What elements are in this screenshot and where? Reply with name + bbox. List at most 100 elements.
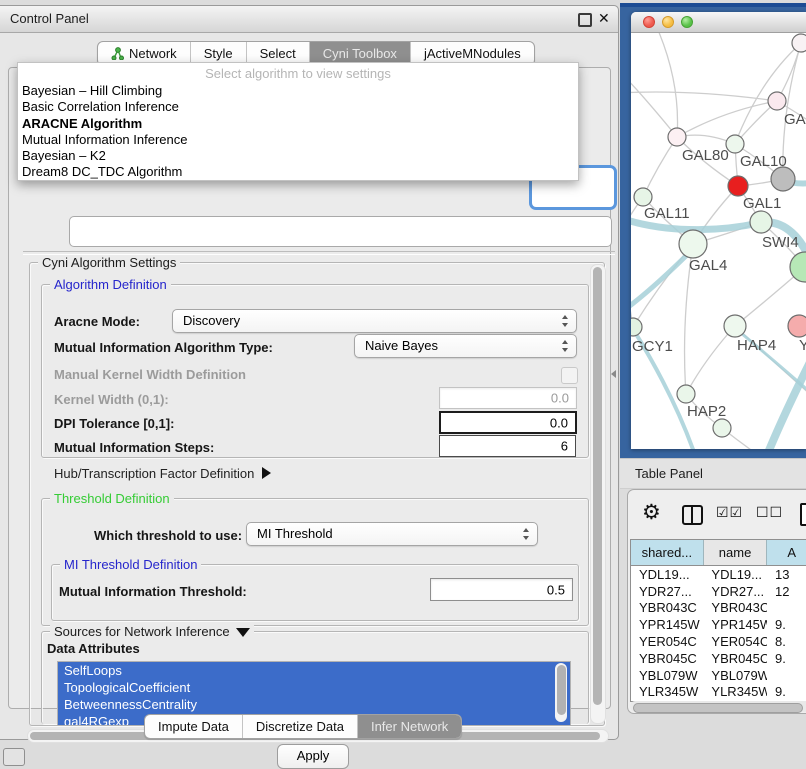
algorithm-option-basic-correlation-inference[interactable]: Basic Correlation Inference	[21, 99, 575, 115]
algorithm-option-bayesian-hill-climbing[interactable]: Bayesian – Hill Climbing	[21, 83, 575, 99]
panel-title: Control Panel	[10, 11, 89, 26]
network-graph[interactable]: GALGAL80GAL10GAL1GAL11SWI4GAL4GCY1HAP4YH…	[631, 33, 806, 449]
attribute-item-topologicalcoefficient[interactable]: TopologicalCoefficient	[58, 679, 570, 696]
table-cell: 8.	[767, 633, 806, 650]
minimize-traffic-light-button[interactable]	[662, 16, 674, 28]
attributes-list-scrollbar[interactable]	[555, 663, 567, 722]
kernel-width-field[interactable]: 0.0	[439, 387, 577, 409]
control-panel-titlebar[interactable]: Control Panel ✕	[0, 6, 618, 33]
table-row[interactable]: YDL19...YDL19...13	[631, 566, 806, 583]
network-edge[interactable]	[643, 137, 677, 197]
table-cell: YBR045C	[631, 650, 703, 667]
network-edge[interactable]	[631, 73, 677, 137]
show-columns-icon[interactable]	[682, 505, 703, 525]
table-panel-body: ⚙ ☑☑ ☐☐ shared...nameA YDL19...YDL19...1…	[627, 489, 806, 714]
float-panel-icon[interactable]	[578, 13, 592, 27]
network-node-swi4[interactable]	[750, 211, 772, 233]
attribute-item-selfloops[interactable]: SelfLoops	[58, 662, 570, 679]
table-row[interactable]: YPR145WYPR145W9.	[631, 616, 806, 633]
table-row[interactable]: YBL079WYBL079W	[631, 667, 806, 684]
table-cell: 9.	[767, 684, 806, 701]
algorithm-option-mutual-information-inference[interactable]: Mutual Information Inference	[21, 132, 575, 148]
network-node-label: GCY1	[632, 338, 673, 355]
select-all-columns-icon[interactable]: ☑☑	[716, 504, 743, 521]
sources-toggle[interactable]: Sources for Network Inference	[50, 624, 254, 639]
tab-label: Cyni Toolbox	[323, 46, 397, 61]
network-node-hap4[interactable]	[724, 315, 746, 337]
which-threshold-select[interactable]: MI Threshold	[246, 522, 538, 546]
settings-vertical-scrollbar[interactable]	[590, 264, 606, 724]
table-row[interactable]: YBR043CYBR043C	[631, 600, 806, 617]
mi-algorithm-type-select[interactable]: Naive Bayes	[354, 334, 577, 358]
network-node-hap2[interactable]	[677, 385, 695, 403]
dpi-tolerance-label: DPI Tolerance [0,1]:	[54, 416, 174, 431]
network-node-y[interactable]	[788, 315, 806, 337]
network-edge[interactable]	[655, 33, 678, 137]
network-canvas[interactable]: GALGAL80GAL10GAL1GAL11SWI4GAL4GCY1HAP4YH…	[631, 33, 806, 449]
tab-infer-network[interactable]: Infer Network	[358, 715, 461, 738]
data-table-combobox[interactable]	[69, 216, 612, 247]
network-node-gal1[interactable]	[728, 176, 748, 196]
table-cell: YDR27...	[631, 583, 703, 600]
network-edge[interactable]	[631, 92, 777, 101]
minimized-panel-icon[interactable]	[3, 748, 25, 766]
manual-kernel-width-checkbox[interactable]	[561, 367, 578, 384]
kernel-width-label: Kernel Width (0,1):	[54, 392, 169, 407]
network-node-gcy1[interactable]	[631, 318, 642, 336]
data-attributes-label: Data Attributes	[47, 641, 140, 656]
node-attribute-table[interactable]: shared...nameA YDL19...YDL19...13YDR27..…	[630, 539, 806, 702]
table-row[interactable]: YBR045CYBR045C9.	[631, 650, 806, 667]
document-icon[interactable]	[800, 503, 806, 526]
network-node[interactable]	[792, 34, 806, 52]
network-edge[interactable]	[686, 326, 735, 394]
algorithm-option-dream8-dc-tdc-algorithm[interactable]: Dream8 DC_TDC Algorithm	[21, 164, 575, 180]
aracne-mode-select[interactable]: Discovery	[172, 309, 577, 333]
combo-arrows-icon	[562, 315, 569, 327]
mi-steps-field[interactable]: 6	[439, 435, 576, 457]
network-edge[interactable]	[677, 101, 777, 137]
gear-icon[interactable]: ⚙	[642, 502, 661, 524]
apply-button[interactable]: Apply	[277, 744, 349, 769]
tab-impute-data[interactable]: Impute Data	[145, 715, 243, 738]
table-row[interactable]: YLR345WYLR345W9.	[631, 684, 806, 701]
table-row[interactable]: YDR27...YDR27...12	[631, 583, 806, 600]
table-horizontal-scrollbar[interactable]	[630, 701, 806, 712]
network-window-titlebar[interactable]	[631, 12, 806, 33]
network-edge-highlighted[interactable]	[631, 247, 695, 311]
mi-steps-label: Mutual Information Steps:	[54, 440, 214, 455]
table-row[interactable]: YER054CYER054C8.	[631, 633, 806, 650]
network-node-gal4[interactable]	[679, 230, 707, 258]
zoom-traffic-light-button[interactable]	[681, 16, 693, 28]
column-header-a[interactable]: A	[767, 540, 806, 565]
network-node-gal[interactable]	[768, 92, 786, 110]
network-node[interactable]	[713, 419, 731, 437]
tab-discretize-data[interactable]: Discretize Data	[243, 715, 358, 738]
dpi-tolerance-field[interactable]: 0.0	[439, 411, 577, 434]
panel-splitter-arrow[interactable]	[611, 370, 616, 378]
table-cell: YPR145W	[703, 616, 767, 633]
algorithm-option-aracne-algorithm[interactable]: ARACNE Algorithm	[21, 116, 575, 132]
network-edge[interactable]	[735, 43, 801, 144]
network-node-label: GAL	[784, 111, 806, 128]
column-header-name[interactable]: name	[704, 540, 768, 565]
algorithm-option-bayesian-k2[interactable]: Bayesian – K2	[21, 148, 575, 164]
mi-threshold-field[interactable]: 0.5	[430, 578, 573, 601]
network-node[interactable]	[771, 167, 795, 191]
network-node-label: SWI4	[762, 234, 799, 251]
deselect-all-columns-icon[interactable]: ☐☐	[756, 504, 783, 521]
close-icon[interactable]: ✕	[598, 10, 610, 27]
expand-down-icon	[236, 628, 250, 637]
network-node-gal11[interactable]	[634, 188, 652, 206]
close-traffic-light-button[interactable]	[643, 16, 655, 28]
column-header-shared[interactable]: shared...	[631, 540, 704, 565]
hub-definition-toggle[interactable]: Hub/Transcription Factor Definition	[54, 466, 271, 481]
network-edge[interactable]	[631, 255, 633, 327]
table-cell: YLR345W	[631, 684, 703, 701]
combo-arrows-icon	[562, 340, 569, 352]
network-node-label: Y	[799, 337, 806, 354]
table-cell: YBR043C	[703, 600, 767, 617]
table-toolbar: ⚙ ☑☑ ☐☐	[628, 498, 806, 534]
network-edge[interactable]	[631, 197, 643, 273]
network-node-gal80[interactable]	[668, 128, 686, 146]
attribute-item-betweennesscentrality[interactable]: BetweennessCentrality	[58, 696, 570, 713]
